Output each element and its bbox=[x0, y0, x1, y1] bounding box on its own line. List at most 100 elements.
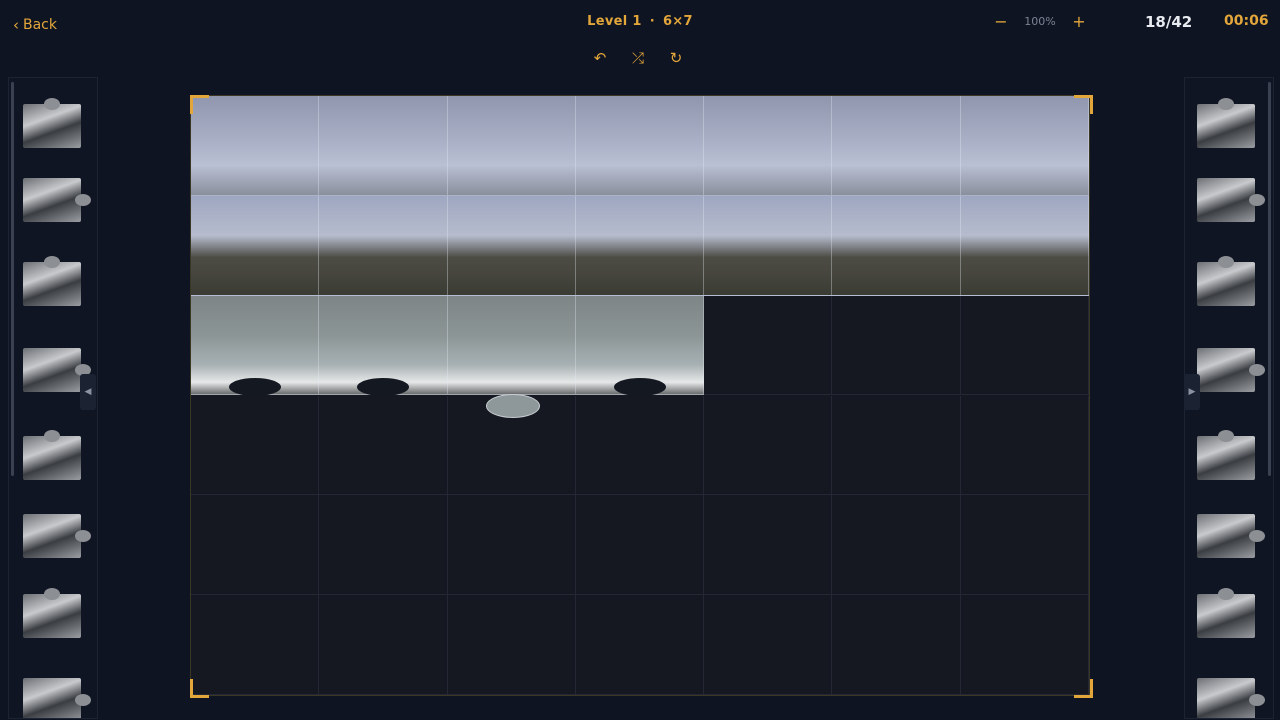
piece-image bbox=[1197, 594, 1255, 638]
piece-image bbox=[23, 436, 81, 480]
piece-image bbox=[1197, 678, 1255, 718]
shuffle-icon[interactable]: ⤮ bbox=[628, 48, 648, 68]
placed-piece[interactable] bbox=[447, 295, 576, 396]
board-slot[interactable] bbox=[447, 495, 576, 596]
tray-piece[interactable] bbox=[1189, 254, 1265, 316]
board-slot[interactable] bbox=[447, 595, 576, 695]
board-slot[interactable] bbox=[704, 495, 833, 596]
zoom-out-button[interactable]: − bbox=[990, 12, 1012, 31]
placed-piece[interactable] bbox=[319, 195, 448, 296]
placed-piece[interactable] bbox=[575, 195, 705, 296]
tray-piece[interactable] bbox=[15, 670, 91, 718]
tray-piece[interactable] bbox=[15, 506, 91, 568]
tray-piece[interactable] bbox=[15, 254, 91, 316]
tray-piece[interactable] bbox=[15, 586, 91, 648]
placed-piece[interactable] bbox=[575, 96, 705, 196]
placed-piece[interactable] bbox=[447, 195, 576, 296]
tray-scrollbar[interactable] bbox=[1268, 82, 1271, 476]
piece-image bbox=[23, 678, 81, 718]
piece-tab-socket bbox=[357, 377, 410, 396]
piece-tab bbox=[75, 694, 91, 706]
board-slot[interactable] bbox=[319, 395, 448, 496]
level-label: Level 1 bbox=[587, 14, 642, 29]
board-slot[interactable] bbox=[575, 395, 705, 496]
board-slot[interactable] bbox=[575, 495, 705, 596]
board-slot[interactable] bbox=[704, 595, 833, 695]
zoom-control: − 100% + bbox=[990, 12, 1090, 31]
toolbar: ↶ ⤮ ↻ bbox=[590, 48, 686, 68]
piece-image bbox=[1197, 104, 1255, 148]
piece-image bbox=[1197, 348, 1255, 392]
tray-piece[interactable] bbox=[1189, 340, 1265, 402]
tray-piece[interactable] bbox=[1189, 670, 1265, 718]
board-slot[interactable] bbox=[575, 595, 705, 695]
piece-tab bbox=[1218, 430, 1234, 442]
tray-piece[interactable] bbox=[1189, 96, 1265, 158]
board-slot[interactable] bbox=[960, 495, 1089, 596]
board-corner-marker bbox=[1074, 679, 1093, 698]
piece-tab bbox=[44, 430, 60, 442]
placed-piece[interactable] bbox=[191, 195, 320, 296]
placed-piece[interactable] bbox=[832, 96, 961, 196]
piece-tab bbox=[1249, 530, 1265, 542]
collapse-left-tray-button[interactable]: ◀ bbox=[80, 374, 96, 410]
tray-piece[interactable] bbox=[1189, 586, 1265, 648]
tray-piece[interactable] bbox=[1189, 428, 1265, 490]
piece-tab bbox=[44, 256, 60, 268]
board-slot[interactable] bbox=[832, 395, 961, 496]
board-slot[interactable] bbox=[832, 495, 961, 596]
board-slot[interactable] bbox=[319, 595, 448, 695]
tray-piece[interactable] bbox=[1189, 506, 1265, 568]
placed-piece[interactable] bbox=[191, 96, 320, 196]
piece-tab bbox=[75, 194, 91, 206]
piece-image bbox=[1197, 514, 1255, 558]
board-slot[interactable] bbox=[191, 595, 320, 695]
board-slot[interactable] bbox=[191, 395, 320, 496]
board-slot[interactable] bbox=[191, 495, 320, 596]
piece-tab bbox=[1249, 194, 1265, 206]
placed-piece[interactable] bbox=[447, 96, 576, 196]
zoom-in-button[interactable]: + bbox=[1068, 12, 1090, 31]
board-corner-marker bbox=[190, 679, 209, 698]
board-slot[interactable] bbox=[832, 595, 961, 695]
tray-piece[interactable] bbox=[15, 428, 91, 490]
board-corner-marker bbox=[190, 95, 209, 114]
piece-image bbox=[23, 104, 81, 148]
tray-scrollbar[interactable] bbox=[11, 82, 14, 476]
placed-piece[interactable] bbox=[704, 96, 833, 196]
board-slot[interactable] bbox=[832, 295, 961, 396]
piece-tab bbox=[485, 393, 540, 418]
piece-image bbox=[23, 514, 81, 558]
piece-tab bbox=[44, 588, 60, 600]
puzzle-board[interactable] bbox=[190, 95, 1090, 696]
piece-image bbox=[1197, 262, 1255, 306]
undo-icon[interactable]: ↶ bbox=[590, 48, 610, 68]
tray-piece[interactable] bbox=[1189, 170, 1265, 232]
piece-tab-socket bbox=[229, 377, 282, 396]
board-slot[interactable] bbox=[704, 295, 833, 396]
placed-piece[interactable] bbox=[319, 96, 448, 196]
piece-tab bbox=[1218, 256, 1234, 268]
board-corner-marker bbox=[1074, 95, 1093, 114]
board-slot[interactable] bbox=[319, 495, 448, 596]
piece-tab bbox=[75, 530, 91, 542]
placed-piece[interactable] bbox=[704, 195, 833, 296]
placed-piece[interactable] bbox=[960, 195, 1089, 296]
zoom-level: 100% bbox=[1024, 15, 1056, 28]
board-slot[interactable] bbox=[704, 395, 833, 496]
placed-piece[interactable] bbox=[832, 195, 961, 296]
board-slot[interactable] bbox=[960, 595, 1089, 695]
collapse-right-tray-button[interactable]: ▶ bbox=[1184, 374, 1200, 410]
redo-icon[interactable]: ↻ bbox=[666, 48, 686, 68]
piece-image bbox=[1197, 178, 1255, 222]
piece-image bbox=[23, 594, 81, 638]
title-separator: · bbox=[649, 14, 655, 29]
pieces-progress: 18/42 bbox=[1145, 13, 1193, 31]
piece-image bbox=[23, 262, 81, 306]
tray-piece[interactable] bbox=[15, 170, 91, 232]
board-slot[interactable] bbox=[960, 395, 1089, 496]
placed-piece[interactable] bbox=[960, 96, 1089, 196]
piece-tab bbox=[1218, 98, 1234, 110]
board-slot[interactable] bbox=[960, 295, 1089, 396]
tray-piece[interactable] bbox=[15, 96, 91, 158]
